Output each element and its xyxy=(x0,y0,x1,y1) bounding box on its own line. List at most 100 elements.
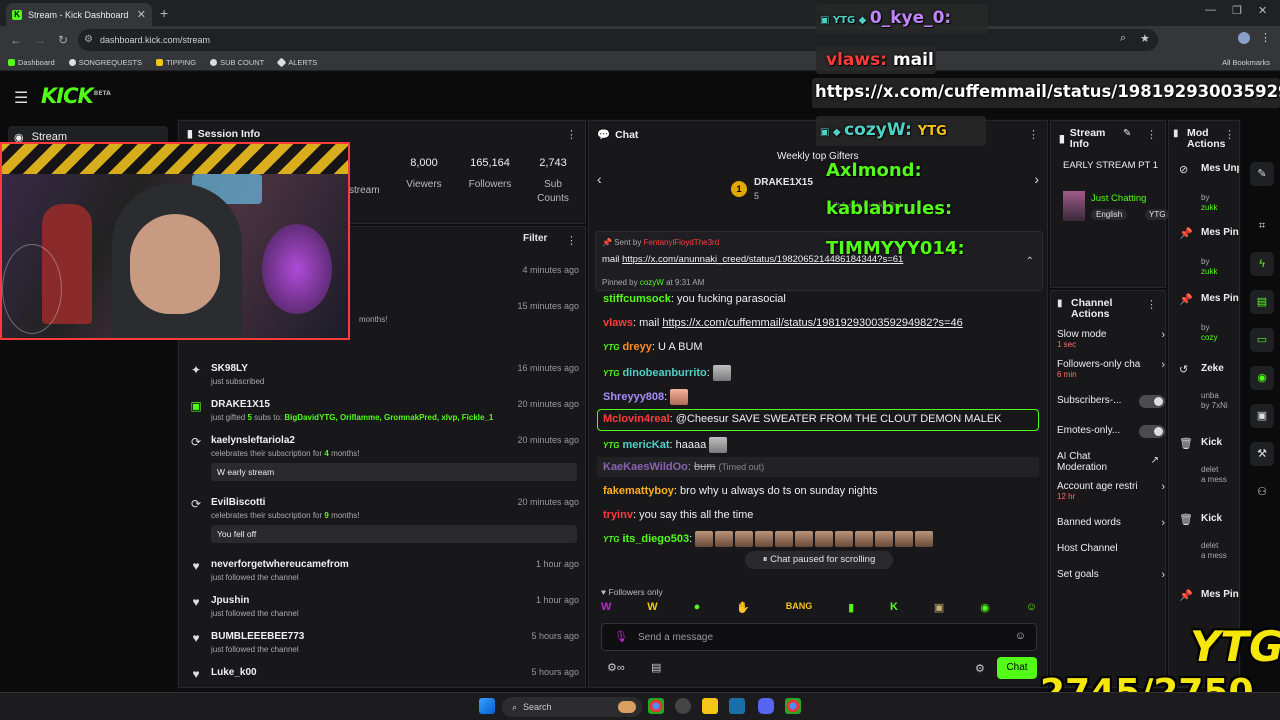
close-window-icon[interactable]: ✕ xyxy=(1258,4,1267,17)
emoji-icon[interactable]: ☺ xyxy=(1015,630,1026,642)
emote-cup-icon[interactable]: ▮ xyxy=(848,601,854,617)
followers-stat: 165,164 Followers xyxy=(468,157,512,190)
more-options-icon[interactable]: ⋮ xyxy=(1146,298,1157,311)
crop-icon[interactable]: ⌗ xyxy=(1250,214,1274,238)
emote-chat-icon[interactable]: ● xyxy=(694,601,701,617)
more-options-icon[interactable]: ⋮ xyxy=(1224,128,1235,141)
set-goals-action[interactable]: Set goals › xyxy=(1057,569,1165,581)
category-thumbnail[interactable] xyxy=(1063,191,1085,221)
kick-favicon-icon: K xyxy=(12,9,22,20)
filter-button[interactable]: Filter xyxy=(523,233,547,244)
minimize-icon[interactable]: — xyxy=(1205,4,1216,16)
new-tab-icon[interactable]: + xyxy=(160,5,168,21)
emotes-only-action[interactable]: Emotes-only... xyxy=(1057,425,1165,438)
chat-link[interactable]: https://x.com/cuffemmail/status/19819293… xyxy=(662,317,962,329)
emote-w-yellow-icon[interactable]: W xyxy=(647,601,657,617)
app-icon[interactable] xyxy=(675,698,691,714)
reload-icon[interactable]: ↻ xyxy=(58,33,72,47)
pin-icon: 📌 xyxy=(1179,294,1193,306)
kick-logo[interactable]: KICKBETA xyxy=(41,84,111,108)
users-icon[interactable]: ⚇ xyxy=(1250,480,1274,504)
subscribers-only-toggle[interactable] xyxy=(1139,395,1165,408)
tag-ytg[interactable]: YTG xyxy=(1145,209,1170,220)
taskbar-search[interactable]: ⌕ Search xyxy=(502,697,642,717)
back-icon[interactable]: ← xyxy=(10,33,24,47)
category-link[interactable]: Just Chatting xyxy=(1091,193,1146,204)
chat-paused-banner[interactable]: ⏸ Chat paused for scrolling xyxy=(745,551,893,569)
more-options-icon[interactable]: ⋮ xyxy=(1028,128,1039,141)
hamburger-menu-icon[interactable]: ☰ xyxy=(14,88,28,108)
bookmark-sub-count[interactable]: SUB COUNT xyxy=(210,58,264,67)
mic-icon[interactable]: 🎙 xyxy=(614,630,628,643)
external-link-icon[interactable]: ↗ xyxy=(1151,455,1159,466)
windows-start-icon[interactable] xyxy=(479,698,495,714)
chat-bubble-icon[interactable]: ▭ xyxy=(1250,328,1274,352)
document-icon[interactable]: ▤ xyxy=(1250,290,1274,314)
all-bookmarks[interactable]: All Bookmarks xyxy=(1222,58,1270,67)
bookmark-star-icon[interactable]: ★ xyxy=(1140,32,1150,45)
more-options-icon[interactable]: ⋮ xyxy=(566,234,577,247)
slow-mode-action[interactable]: Slow mode 1 sec › xyxy=(1057,329,1165,349)
lightning-icon[interactable]: ϟ xyxy=(1250,252,1274,276)
more-options-icon[interactable]: ⋮ xyxy=(566,128,577,141)
steam-icon[interactable] xyxy=(729,698,745,714)
top-gifter-name[interactable]: DRAKE1X15 xyxy=(754,177,813,188)
profile-avatar[interactable] xyxy=(1238,32,1250,44)
chevron-right-icon[interactable]: › xyxy=(1034,171,1039,187)
more-options-icon[interactable]: ⋮ xyxy=(1146,128,1157,141)
settings-icon[interactable]: ⚙ xyxy=(975,662,985,675)
host-channel-action[interactable]: Host Channel xyxy=(1057,543,1165,554)
followers-only-action[interactable]: Followers-only cha 6 min › xyxy=(1057,359,1165,379)
chat-input[interactable]: 🎙 Send a message ☺ xyxy=(601,623,1037,651)
account-age-action[interactable]: Account age restri 12 hr › xyxy=(1057,481,1165,501)
emote-box-icon[interactable]: ▣ xyxy=(934,601,944,617)
stream-icon: ▮ xyxy=(1059,132,1065,145)
heart-icon: ♥ xyxy=(192,559,200,573)
tag-english[interactable]: English xyxy=(1091,209,1128,220)
bookmark-alerts[interactable]: ALERTS xyxy=(276,57,317,67)
edit-icon[interactable]: ✎ xyxy=(1250,162,1274,186)
send-chat-button[interactable]: Chat xyxy=(997,657,1037,679)
emote-bang-icon[interactable]: BANG xyxy=(786,601,813,617)
wrench-icon[interactable]: ⚒ xyxy=(1250,442,1274,466)
trash-icon: 🗑 xyxy=(1179,438,1193,450)
zoom-icon[interactable]: ⌕ xyxy=(1120,32,1126,45)
chrome-icon[interactable] xyxy=(785,698,801,714)
emote-ball-icon[interactable]: ◉ xyxy=(980,601,990,617)
maximize-icon[interactable]: ❐ xyxy=(1232,4,1242,17)
chat-icon: 💬 xyxy=(597,129,611,141)
browser-tab[interactable]: K Stream - Kick Dashboard ✕ xyxy=(6,3,152,26)
banned-words-action[interactable]: Banned words › xyxy=(1057,517,1165,529)
bookmark-songrequests[interactable]: SONGREQUESTS xyxy=(68,58,142,67)
emotes-only-toggle[interactable] xyxy=(1139,425,1165,438)
emote-frog-icon[interactable]: ☺ xyxy=(1026,601,1037,617)
emote-k-icon[interactable]: K xyxy=(890,601,898,617)
ai-moderation-action[interactable]: AI Chat Moderation xyxy=(1057,451,1129,473)
mod-actions-panel: Mod Actions ▮ ⋮ ⊘Mes Unpbyzukk 📌Mes Pinn… xyxy=(1168,120,1240,688)
forward-icon[interactable]: → xyxy=(34,33,48,47)
chat-tools-icon[interactable]: ⚙∞ xyxy=(607,661,625,674)
edit-icon[interactable]: ✎ xyxy=(1123,128,1131,139)
site-info-icon[interactable]: ⚙ xyxy=(84,34,93,45)
subscribers-only-action[interactable]: Subscribers-... xyxy=(1057,395,1165,408)
close-tab-icon[interactable]: ✕ xyxy=(137,8,146,21)
shield-icon: ▮ xyxy=(1173,128,1179,139)
emote-hand-icon[interactable]: ✋ xyxy=(736,601,750,617)
window-icon[interactable]: ▣ xyxy=(1250,404,1274,428)
globe-icon xyxy=(210,58,218,66)
chrome-icon[interactable] xyxy=(648,698,664,714)
chevron-left-icon[interactable]: ‹ xyxy=(597,171,602,187)
broadcast-icon[interactable]: ◉ xyxy=(1250,366,1274,390)
chevron-right-icon: › xyxy=(1161,329,1165,341)
store-icon[interactable]: ▤ xyxy=(651,661,661,674)
discord-icon[interactable] xyxy=(758,698,774,714)
url-field[interactable]: ⚙ dashboard.kick.com/stream xyxy=(78,29,1158,51)
collapse-icon[interactable]: ⌃ xyxy=(1026,256,1034,267)
bookmark-tipping[interactable]: TIPPING xyxy=(156,58,196,67)
emote-icon xyxy=(835,531,854,547)
bookmark-dashboard[interactable]: Dashboard xyxy=(8,58,55,67)
emote-w-icon[interactable]: W xyxy=(601,601,611,617)
globe-icon xyxy=(68,58,76,66)
file-explorer-icon[interactable] xyxy=(702,698,718,714)
menu-icon[interactable]: ⋮ xyxy=(1260,31,1271,44)
